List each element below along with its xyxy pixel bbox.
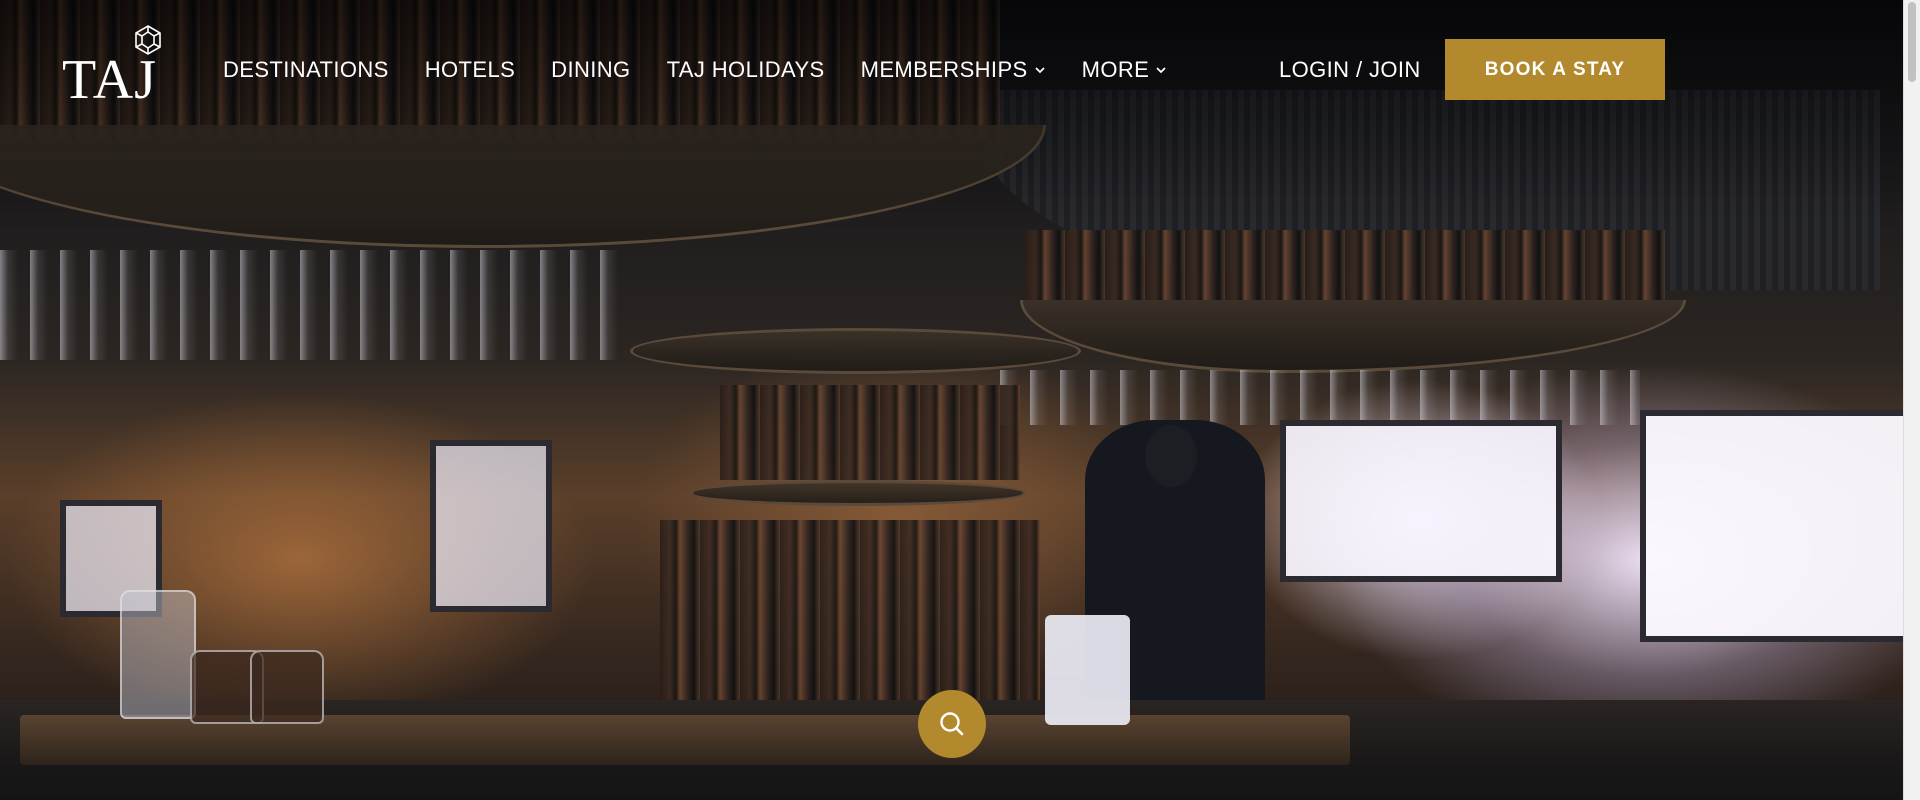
nav-item-destinations[interactable]: DESTINATIONS xyxy=(223,52,389,88)
login-join-link[interactable]: LOGIN / JOIN xyxy=(1279,52,1421,88)
nav-item-label: TAJ HOLIDAYS xyxy=(666,57,825,82)
book-a-stay-button[interactable]: BOOK A STAY xyxy=(1445,39,1665,100)
logo-text: TAJ xyxy=(62,49,157,111)
search-button[interactable] xyxy=(918,690,986,758)
nav-item-taj-holidays[interactable]: TAJ HOLIDAYS xyxy=(667,52,825,88)
nav-item-hotels[interactable]: HOTELS xyxy=(425,52,515,88)
search-icon xyxy=(940,712,964,736)
nav-item-more[interactable]: MORE xyxy=(1082,52,1168,88)
nav-item-label: MORE xyxy=(1081,57,1150,82)
nav-item-label: DINING xyxy=(551,57,631,82)
chevron-down-icon xyxy=(1034,67,1045,74)
nav-item-dining[interactable]: DINING xyxy=(551,52,630,88)
taj-logo-link[interactable]: TAJ xyxy=(62,24,172,119)
nav-item-label: HOTELS xyxy=(424,57,516,82)
chevron-down-icon xyxy=(1156,67,1166,74)
top-navigation: TAJ DESTINATIONS HOTELS DINING TAJ HOLID… xyxy=(0,0,1904,140)
nav-item-label: DESTINATIONS xyxy=(223,57,389,82)
page-scrollbar[interactable] xyxy=(1903,0,1920,800)
nav-links: DESTINATIONS HOTELS DINING TAJ HOLIDAYS … xyxy=(223,52,1203,88)
scrollbar-thumb[interactable] xyxy=(1908,2,1916,82)
nav-item-memberships[interactable]: MEMBERSHIPS xyxy=(861,52,1046,88)
nav-item-label: MEMBERSHIPS xyxy=(860,57,1028,82)
